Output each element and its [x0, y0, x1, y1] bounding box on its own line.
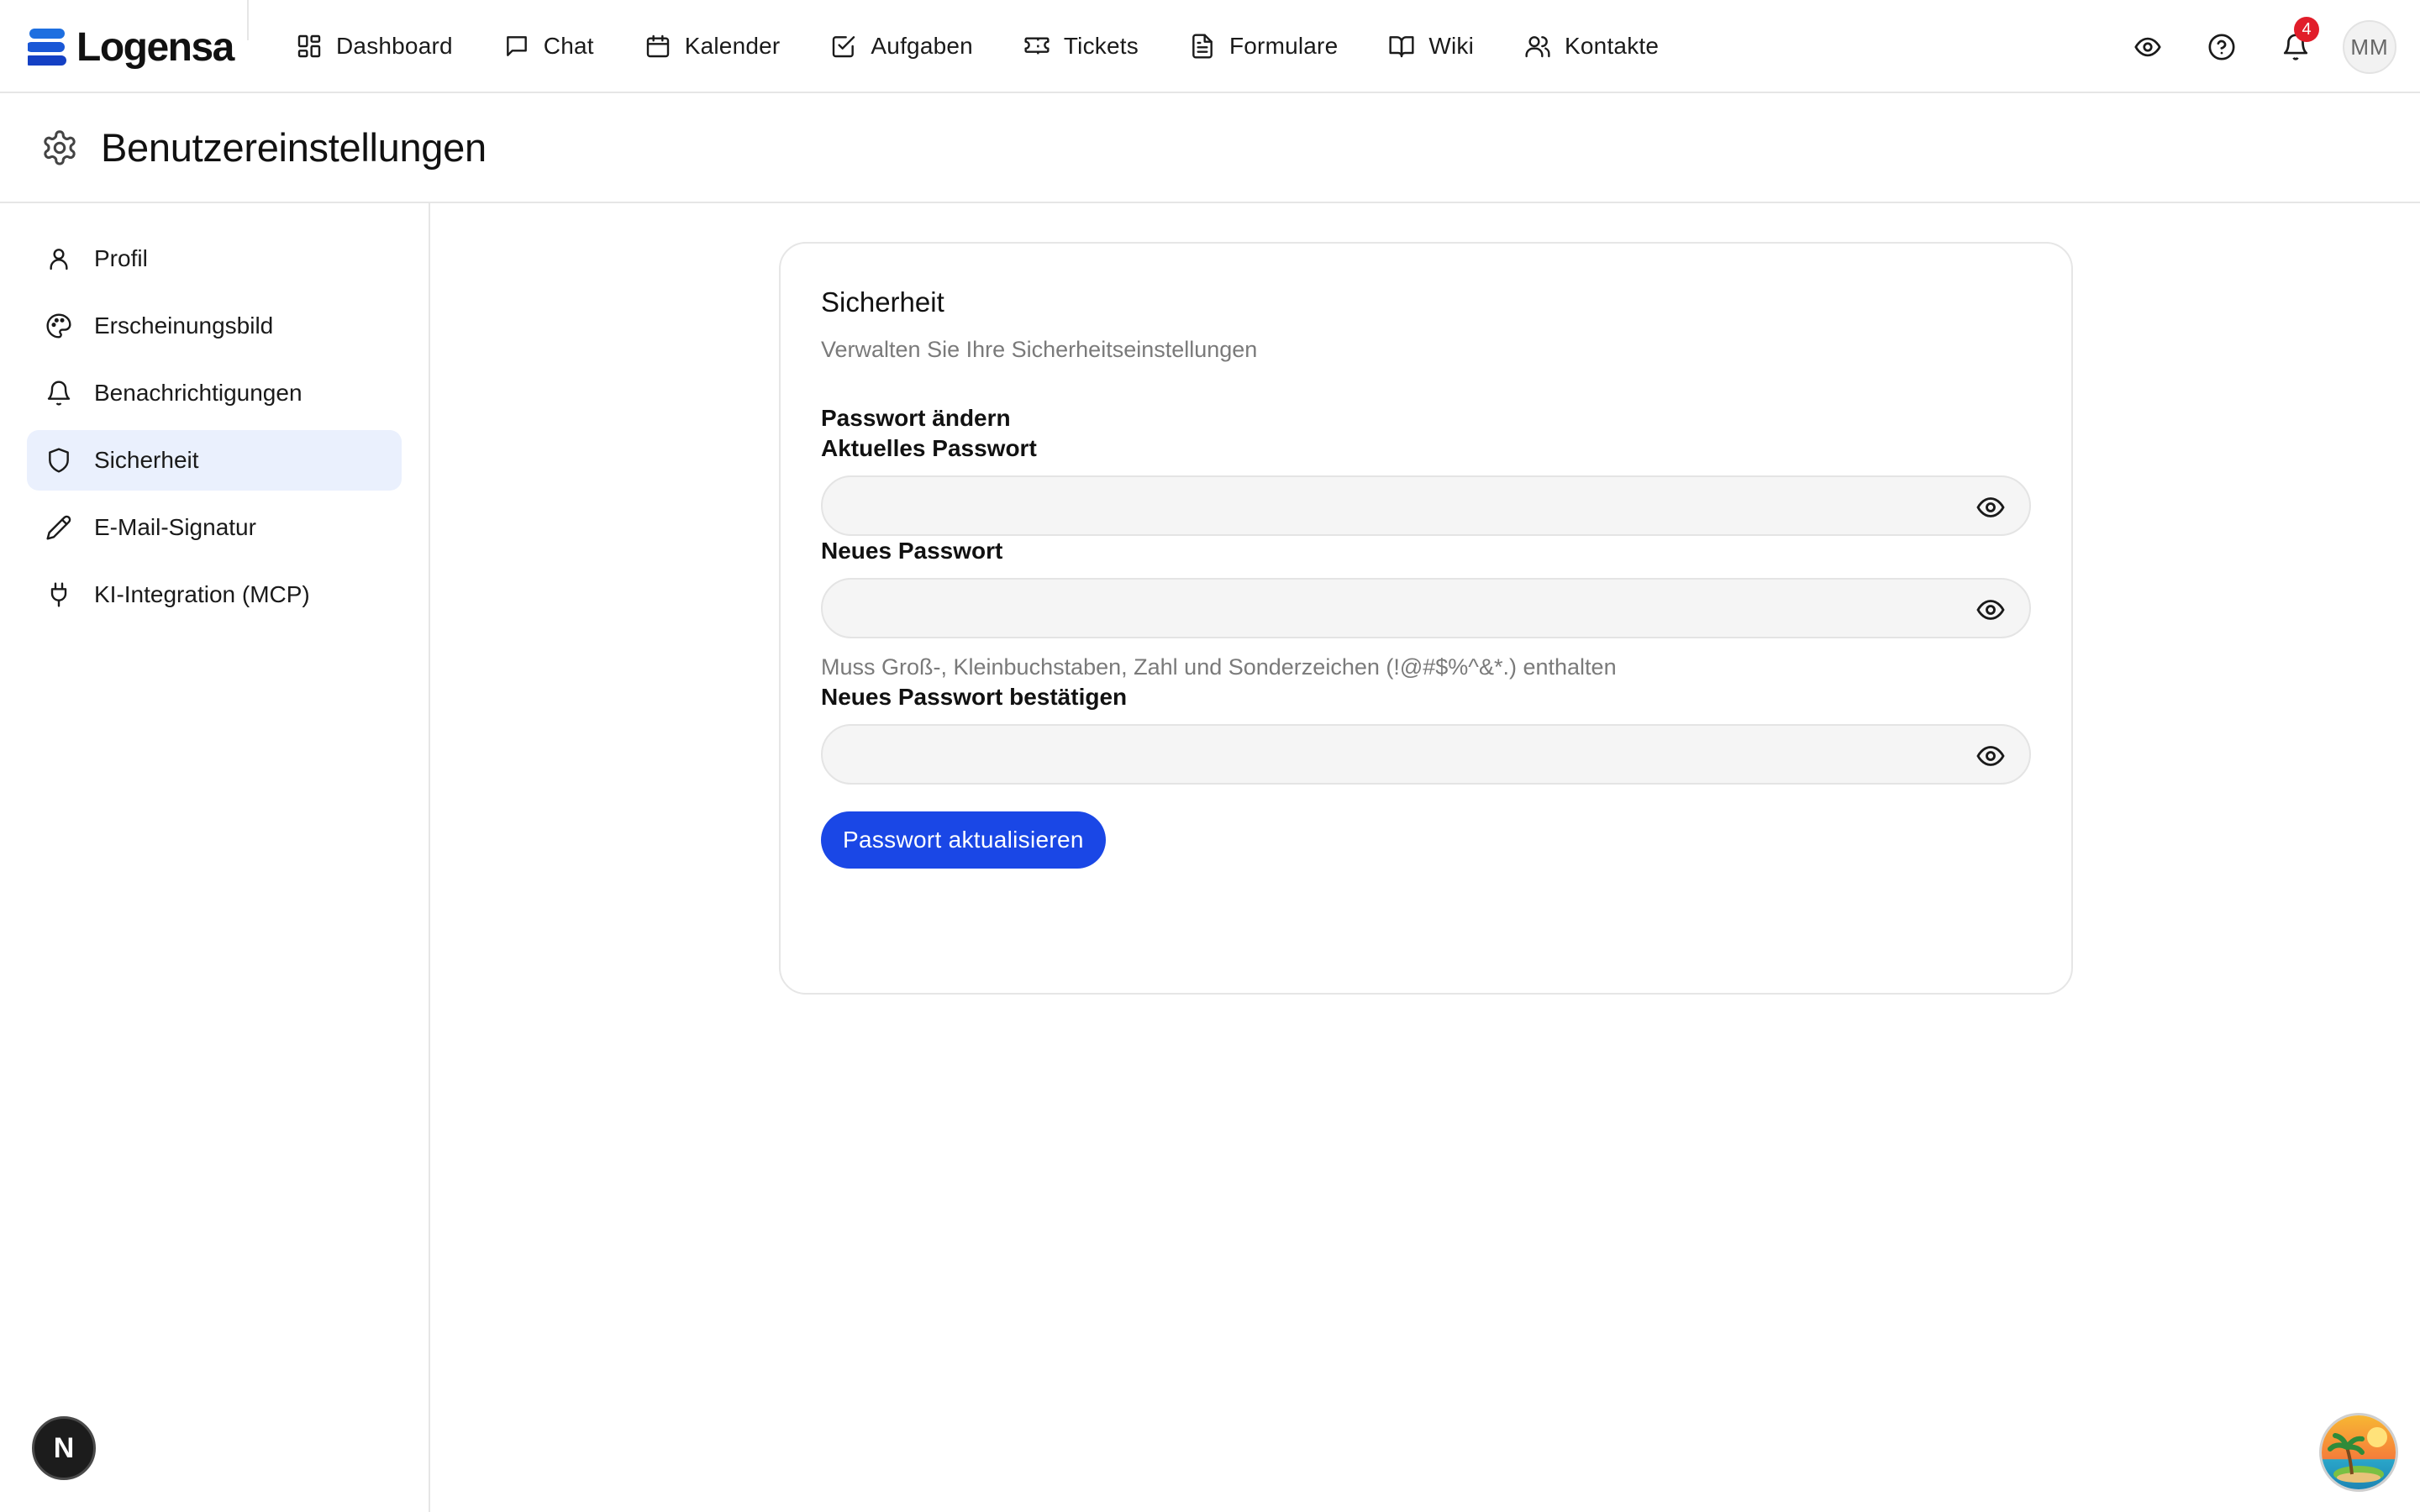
notifications-button[interactable]: 4: [2269, 17, 2323, 74]
logo[interactable]: Logensa: [28, 24, 234, 71]
top-actions: 4 MM: [2101, 17, 2396, 76]
help-icon: [2207, 33, 2236, 61]
nav-item-label: Wiki: [1428, 33, 1475, 59]
main-nav: Dashboard Chat Kalender Aufgaben Tickets: [296, 24, 1709, 69]
sidebar-item-label: Profil: [94, 245, 148, 271]
new-password-wrapper: [821, 578, 2031, 638]
nav-item-label: Kalender: [684, 33, 781, 59]
logo-mark-icon: [28, 29, 66, 66]
form-icon: [1189, 33, 1216, 60]
shield-icon: [45, 447, 72, 474]
notification-badge: 4: [2294, 17, 2319, 42]
avatar[interactable]: MM: [2343, 20, 2396, 74]
nav-item-tasks[interactable]: Aufgaben: [830, 24, 973, 69]
topbar-divider: [247, 0, 249, 40]
new-password-input[interactable]: [823, 580, 2029, 637]
nav-item-calendar[interactable]: Kalender: [644, 24, 781, 69]
page-title: Benutzereinstellungen: [101, 125, 487, 170]
dashboard-icon: [296, 33, 323, 60]
nav-item-forms[interactable]: Formulare: [1189, 24, 1338, 69]
nav-item-label: Formulare: [1228, 33, 1339, 59]
change-password-heading: Passwort ändern: [821, 405, 1011, 431]
sidebar-item-label: Benachrichtigungen: [94, 380, 302, 406]
calendar-icon: [644, 33, 671, 60]
preview-button[interactable]: [2121, 20, 2175, 74]
current-password-wrapper: [821, 475, 2031, 536]
top-bar: Logensa Dashboard Chat Kalender Aufgaben…: [0, 0, 2420, 93]
toggle-current-password-visibility-icon[interactable]: [1975, 492, 2006, 522]
logo-text: Logensa: [76, 24, 234, 70]
sidebar-item-ai-integration[interactable]: KI-Integration (MCP): [27, 564, 402, 625]
nav-item-wiki[interactable]: Wiki: [1388, 24, 1474, 69]
nav-item-tickets[interactable]: Tickets: [1023, 24, 1139, 69]
card-title: Sicherheit: [821, 286, 944, 318]
card-subtitle: Verwalten Sie Ihre Sicherheitseinstellun…: [821, 337, 1258, 362]
pen-icon: [45, 514, 72, 541]
eye-icon: [2133, 33, 2162, 61]
sidebar-item-label: E-Mail-Signatur: [94, 514, 256, 540]
nav-item-label: Kontakte: [1565, 33, 1660, 59]
sidebar-item-notifications[interactable]: Benachrichtigungen: [27, 363, 402, 423]
chat-icon: [503, 33, 530, 60]
page-header: Benutzereinstellungen: [0, 93, 2420, 203]
sidebar-item-label: Sicherheit: [94, 447, 199, 473]
security-card: Sicherheit Verwalten Sie Ihre Sicherheit…: [779, 242, 2073, 995]
plug-icon: [45, 581, 72, 608]
new-password-label: Neues Passwort: [821, 538, 1003, 564]
sidebar-item-email-signature[interactable]: E-Mail-Signatur: [27, 497, 402, 558]
sidebar-item-label: Erscheinungsbild: [94, 312, 274, 339]
nav-item-label: Aufgaben: [871, 33, 973, 59]
confirm-password-label: Neues Passwort bestätigen: [821, 684, 1128, 710]
task-icon: [830, 33, 857, 60]
settings-sidebar: Profil Erscheinungsbild Benachrichtigung…: [0, 203, 430, 1512]
nav-item-label: Dashboard: [336, 33, 453, 59]
nav-item-label: Tickets: [1063, 33, 1139, 59]
sidebar-item-profile[interactable]: Profil: [27, 228, 402, 289]
dev-tools-button[interactable]: N: [32, 1416, 96, 1480]
nav-item-dashboard[interactable]: Dashboard: [296, 24, 453, 69]
island-widget-button[interactable]: [2319, 1413, 2398, 1492]
sidebar-item-appearance[interactable]: Erscheinungsbild: [27, 296, 402, 356]
nav-item-label: Chat: [543, 33, 594, 59]
book-icon: [1388, 33, 1415, 60]
current-password-input[interactable]: [823, 477, 2029, 534]
settings-gear-icon: [40, 129, 79, 167]
nav-item-chat[interactable]: Chat: [503, 24, 594, 69]
bell-icon: [45, 380, 72, 407]
help-button[interactable]: [2195, 20, 2249, 74]
ticket-icon: [1023, 33, 1050, 60]
user-icon: [45, 245, 72, 272]
password-requirements-hint: Muss Groß-, Kleinbuchstaben, Zahl und So…: [821, 654, 1617, 680]
update-password-button[interactable]: Passwort aktualisieren: [821, 811, 1106, 869]
sidebar-item-security[interactable]: Sicherheit: [27, 430, 402, 491]
toggle-new-password-visibility-icon[interactable]: [1975, 595, 2006, 625]
sidebar-item-label: KI-Integration (MCP): [94, 581, 310, 607]
palette-icon: [45, 312, 72, 339]
confirm-password-input[interactable]: [823, 726, 2029, 783]
contacts-icon: [1524, 33, 1551, 60]
island-icon: [2322, 1415, 2396, 1489]
nav-item-contacts[interactable]: Kontakte: [1524, 24, 1659, 69]
toggle-confirm-password-visibility-icon[interactable]: [1975, 741, 2006, 771]
current-password-label: Aktuelles Passwort: [821, 435, 1037, 461]
confirm-password-wrapper: [821, 724, 2031, 785]
